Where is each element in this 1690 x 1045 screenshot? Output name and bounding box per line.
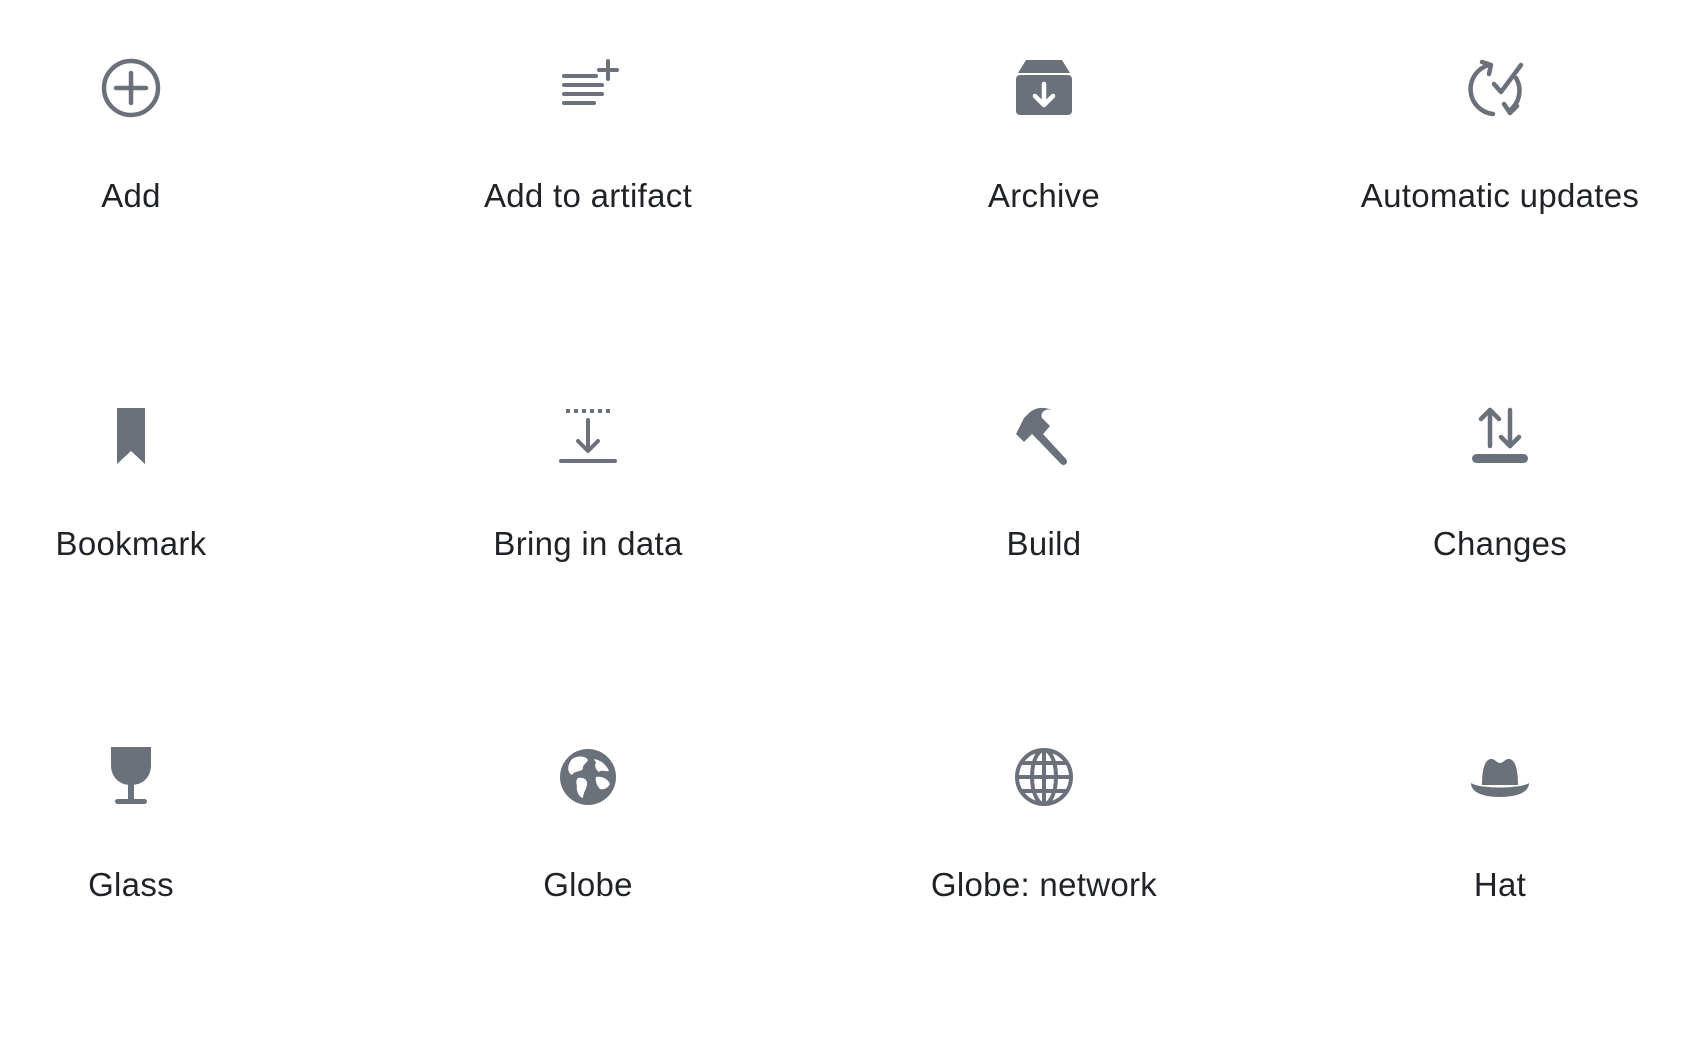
icon-tile-globe[interactable]: Globe (378, 745, 798, 1045)
icon-tile-archive[interactable]: Archive (834, 56, 1254, 356)
icon-label: Changes (1432, 525, 1568, 562)
icon-gallery: Add Add to artifact Archive Automatic up… (0, 0, 1690, 942)
icon-tile-bring-in-data[interactable]: Bring in data (378, 404, 798, 704)
icon-label: Globe: network (930, 866, 1158, 903)
icon-label: Archive (987, 177, 1101, 214)
icon-tile-add-to-artifact[interactable]: Add to artifact (378, 56, 798, 356)
list-add-icon (556, 56, 620, 120)
icon-label: Add to artifact (483, 177, 693, 214)
icon-tile-build[interactable]: Build (834, 404, 1254, 704)
icon-tile-changes[interactable]: Changes (1290, 404, 1690, 704)
wine-glass-icon (99, 745, 163, 809)
archive-box-icon (1012, 56, 1076, 120)
icon-label: Automatic updates (1360, 177, 1640, 214)
network-globe-icon (1012, 745, 1076, 809)
icon-tile-add[interactable]: Add (0, 56, 341, 356)
earth-globe-icon (556, 745, 620, 809)
icon-label: Bring in data (493, 525, 683, 562)
icon-tile-hat[interactable]: Hat (1290, 745, 1690, 1045)
icon-label: Globe (543, 866, 633, 903)
icon-label: Glass (88, 866, 174, 903)
plus-circle-icon (99, 56, 163, 120)
import-arrow-icon (556, 404, 620, 468)
sync-check-icon (1468, 56, 1532, 120)
up-down-arrows-icon (1468, 404, 1532, 468)
icon-label: Build (1006, 525, 1082, 562)
icon-label: Bookmark (55, 525, 207, 562)
icon-label: Hat (1473, 866, 1527, 903)
icon-label: Add (101, 177, 161, 214)
hammer-icon (1012, 404, 1076, 468)
bookmark-icon (99, 404, 163, 468)
icon-tile-bookmark[interactable]: Bookmark (0, 404, 341, 704)
icon-tile-glass[interactable]: Glass (0, 745, 341, 1045)
hat-icon (1468, 745, 1532, 809)
icon-tile-automatic-updates[interactable]: Automatic updates (1290, 56, 1690, 356)
icon-tile-globe-network[interactable]: Globe: network (834, 745, 1254, 1045)
